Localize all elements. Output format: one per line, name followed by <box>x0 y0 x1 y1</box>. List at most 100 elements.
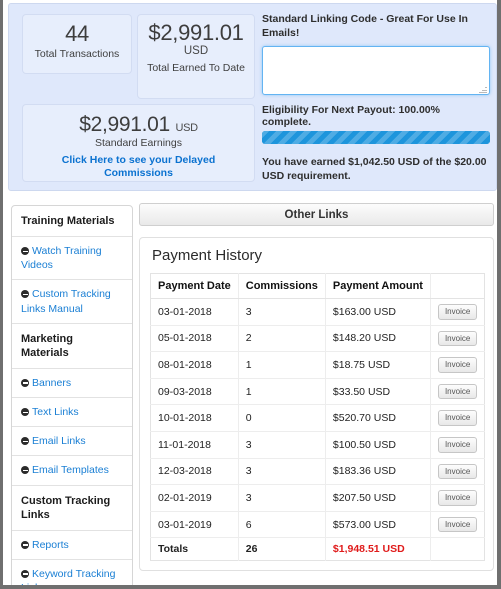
lower-area: Training Materials Watch Training Videos C… <box>8 198 497 585</box>
cell-payment-date: 12-03-2018 <box>150 458 239 486</box>
minus-circle-icon <box>21 378 29 387</box>
eligibility-text: Eligibility For Next Payout: 100.00% com… <box>262 103 440 128</box>
invoice-button[interactable]: Invoice <box>437 490 478 506</box>
invoice-button[interactable]: Invoice <box>437 436 478 453</box>
total-earned-label: Total Earned To Date <box>147 61 245 74</box>
totals-label: Totals <box>150 537 239 561</box>
summary-panel: 44 Total Transactions $2,991.01 USD Tota… <box>8 3 497 191</box>
cell-actions: Invoice <box>430 458 485 486</box>
sidebar-item-label: Custom Tracking Links Manual <box>21 288 111 315</box>
column-header-payment-amount: Payment Amount <box>325 273 431 299</box>
table-header-row: Payment Date Commissions Payment Amount <box>150 273 485 299</box>
totals-actions <box>430 538 484 561</box>
sidebar-nav: Training Materials Watch Training Videos C… <box>11 205 133 585</box>
cell-payment-amount: $207.50 USD <box>325 484 431 512</box>
payment-history-panel: Payment History Payment Date Commissions… <box>139 237 494 572</box>
sidebar-item-email-templates[interactable]: Email Templates <box>12 456 132 486</box>
invoice-button[interactable]: Invoice <box>437 304 478 320</box>
table-row: 12-03-2018 3 $183.36 USD Invoice <box>150 458 485 486</box>
table-row: 10-01-2018 0 $520.70 USD Invoice <box>150 404 485 432</box>
sidebar-item-keyword-tracking-links[interactable]: Keyword Tracking Links <box>12 560 132 585</box>
page-title: Payment History <box>152 247 263 264</box>
sidebar-item-email-links[interactable]: Email Links <box>12 427 132 457</box>
sidebar-group-heading: Marketing Materials <box>12 324 132 369</box>
column-header-commissions: Commissions <box>238 273 326 299</box>
minus-circle-icon <box>21 569 29 578</box>
cell-payment-amount: $573.00 USD <box>325 511 431 539</box>
sidebar-item-label: Email Links <box>32 435 86 448</box>
total-transactions-value: 44 <box>65 21 89 46</box>
cell-commissions: 3 <box>238 458 326 486</box>
stat-card-total-earned: $2,991.01 USD Total Earned To Date <box>137 14 255 99</box>
cell-payment-date: 02-01-2019 <box>150 484 239 512</box>
column-header-payment-date: Payment Date <box>150 273 239 299</box>
table-row: 03-01-2019 6 $573.00 USD Invoice <box>150 511 485 539</box>
cell-commissions: 3 <box>238 298 326 326</box>
minus-circle-icon <box>21 437 29 446</box>
invoice-button[interactable]: Invoice <box>437 383 478 400</box>
total-earned-value: $2,991.01 <box>148 20 244 45</box>
minus-circle-icon <box>21 408 29 417</box>
cell-payment-amount: $18.75 USD <box>325 351 431 379</box>
invoice-button[interactable]: Invoice <box>437 516 478 533</box>
total-earned-currency: USD <box>183 45 209 58</box>
sidebar-item-custom-tracking-links-manual[interactable]: Custom Tracking Links Manual <box>12 280 132 324</box>
cell-actions: Invoice <box>430 378 485 406</box>
minus-circle-icon <box>21 540 29 549</box>
linking-code-title: Standard Linking Code - Great For Use In… <box>262 13 468 39</box>
cell-commissions: 6 <box>238 511 326 539</box>
cell-payment-date: 11-01-2018 <box>150 431 239 459</box>
standard-earnings-value: $2,991.01 <box>79 113 170 136</box>
cell-commissions: 1 <box>238 378 326 406</box>
cell-actions: Invoice <box>430 325 485 353</box>
sidebar-item-label: Email Templates <box>32 464 109 477</box>
cell-payment-amount: $183.36 USD <box>325 458 431 486</box>
standard-earnings-value-row: $2,991.01 USD <box>23 113 254 136</box>
table-row: 08-01-2018 1 $18.75 USD Invoice <box>150 351 485 379</box>
sidebar-item-banners[interactable]: Banners <box>12 369 132 399</box>
cell-commissions: 3 <box>238 431 326 459</box>
sidebar-item-label: Watch Training Videos <box>21 245 102 272</box>
delayed-commissions-link[interactable]: Click Here to see your Delayed Commissio… <box>23 154 254 180</box>
sidebar-item-reports[interactable]: Reports <box>12 531 132 560</box>
sidebar-item-label: Reports <box>32 538 69 551</box>
sidebar-item-label: Banners <box>32 376 72 389</box>
linking-code-input[interactable] <box>262 45 490 95</box>
other-links-button[interactable]: Other Links <box>139 203 494 226</box>
table-row: 05-01-2018 2 $148.20 USD Invoice <box>150 325 485 353</box>
cell-payment-amount: $163.00 USD <box>325 298 431 326</box>
cell-actions: Invoice <box>430 484 485 512</box>
cell-payment-date: 09-03-2018 <box>150 378 239 406</box>
minus-circle-icon <box>21 290 29 299</box>
earned-requirement-note: You have earned $1,042.50 USD of the $20… <box>262 155 487 182</box>
cell-payment-date: 03-01-2019 <box>150 511 239 539</box>
cell-commissions: 3 <box>238 484 326 512</box>
affiliate-dashboard-page: 44 Total Transactions $2,991.01 USD Tota… <box>0 0 501 589</box>
invoice-button[interactable]: Invoice <box>437 463 478 480</box>
sidebar-item-watch-training-videos[interactable]: Watch Training Videos <box>12 237 132 281</box>
sidebar-item-text-links[interactable]: Text Links <box>12 398 132 428</box>
cell-actions: Invoice <box>430 431 485 459</box>
cell-payment-amount: $520.70 USD <box>325 404 431 432</box>
standard-earnings-label: Standard Earnings <box>95 137 182 150</box>
cell-actions: Invoice <box>430 404 485 432</box>
cell-payment-amount: $33.50 USD <box>325 378 431 406</box>
cell-actions: Invoice <box>430 511 485 539</box>
cell-actions: Invoice <box>430 351 485 379</box>
invoice-button[interactable]: Invoice <box>437 357 478 373</box>
standard-earnings-currency: USD <box>175 122 198 134</box>
invoice-button[interactable]: Invoice <box>437 330 478 347</box>
cell-payment-amount: $148.20 USD <box>325 325 431 353</box>
cell-payment-date: 03-01-2018 <box>150 298 239 326</box>
stat-card-standard-earnings: $2,991.01 USD Standard Earnings Click He… <box>22 104 255 182</box>
payment-history-table: Payment Date Commissions Payment Amount … <box>150 273 486 562</box>
main-content: Other Links Payment History Payment Date… <box>139 198 494 572</box>
totals-commissions: 26 <box>238 537 326 561</box>
minus-circle-icon <box>21 466 29 475</box>
cell-commissions: 0 <box>238 404 326 432</box>
sidebar-item-label: Text Links <box>32 406 79 419</box>
payout-progress-fill <box>262 130 490 144</box>
total-transactions-label: Total Transactions <box>34 48 120 61</box>
invoice-button[interactable]: Invoice <box>437 410 478 426</box>
table-row: 09-03-2018 1 $33.50 USD Invoice <box>150 378 485 406</box>
